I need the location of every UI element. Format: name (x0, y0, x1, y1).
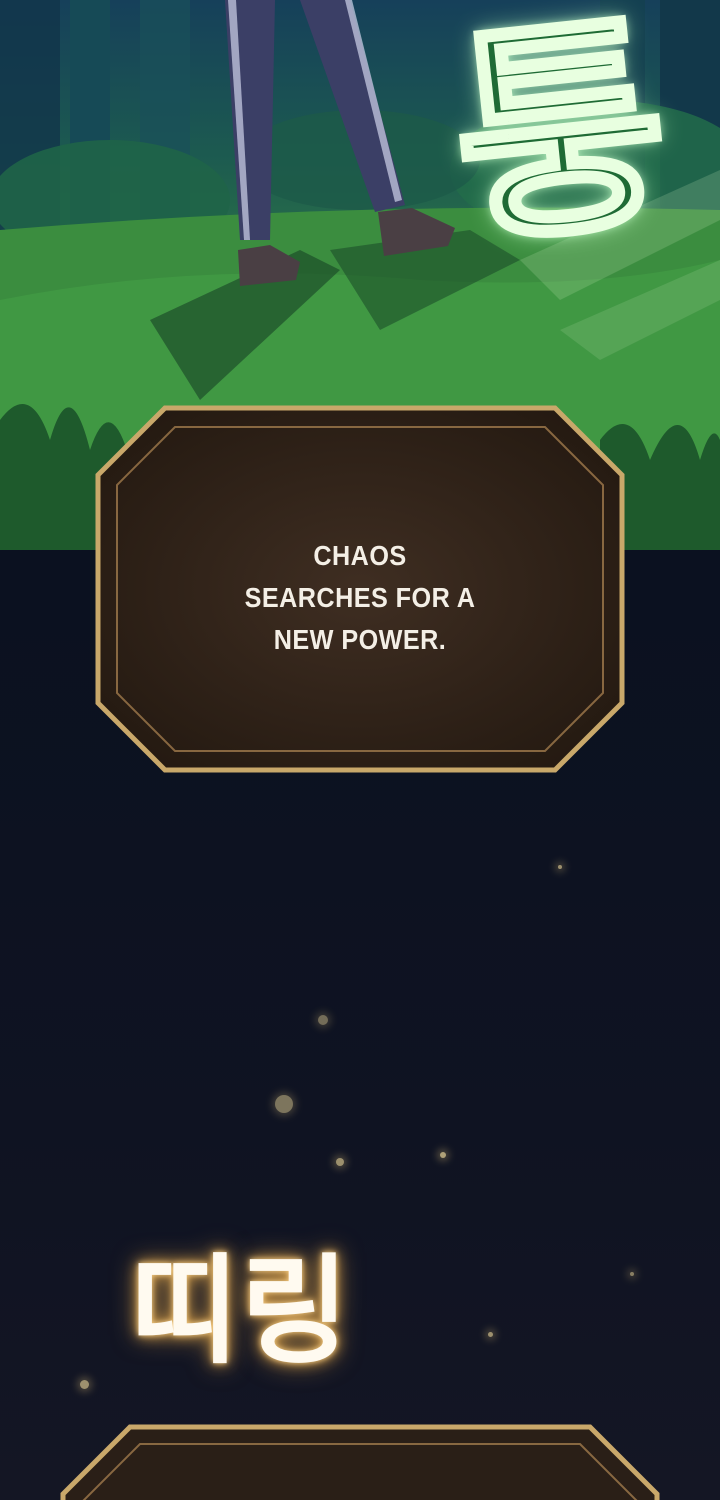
sparkle (275, 1095, 293, 1113)
narration-text: CHAOS SEARCHES FOR A NEW POWER. (244, 540, 476, 655)
sparkle (488, 1332, 493, 1337)
narration-box-partial (60, 1424, 660, 1500)
sparkle (558, 865, 562, 869)
sparkle (80, 1380, 89, 1389)
sparkle (318, 1015, 328, 1025)
sfx-ding-text: 띠링 (130, 1242, 352, 1380)
narration-box: CHAOS SEARCHES FOR A NEW POWER. (95, 405, 625, 773)
sparkle (440, 1152, 446, 1158)
sparkle (336, 1158, 344, 1166)
comic-page: 퉁 CHAOS SEARCHES FOR A NEW POWER. 띠링 (0, 0, 720, 1500)
sfx-thud-text: 퉁 (439, 0, 683, 281)
narration-frame (60, 1424, 660, 1500)
sparkle (630, 1272, 634, 1276)
